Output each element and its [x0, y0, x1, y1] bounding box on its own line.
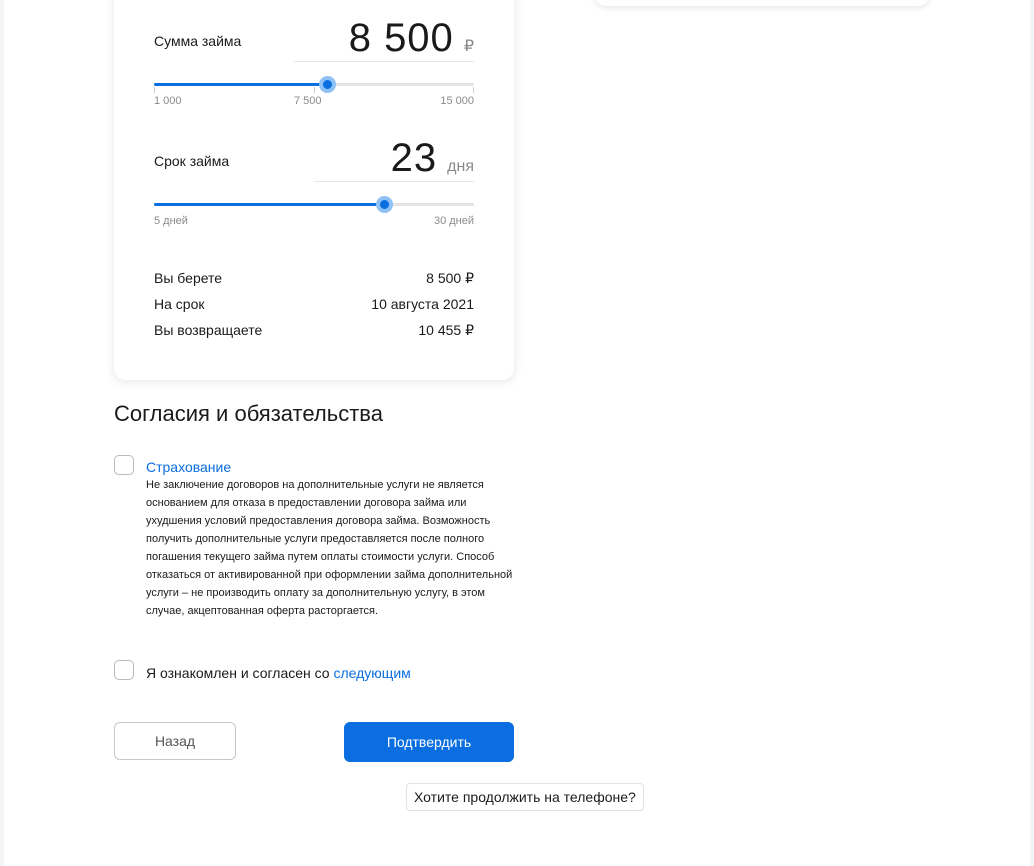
loan-calculator-card: Сумма займа 8 500 ₽ 1 000 7 500 15 000 С…	[114, 0, 514, 380]
insurance-link[interactable]: Страхование	[146, 459, 231, 475]
insurance-checkbox[interactable]	[114, 455, 134, 475]
days-unit: дня	[447, 158, 474, 175]
amount-tick-min: 1 000	[154, 95, 182, 107]
summary-row-term: На срок 10 августа 2021	[154, 296, 474, 312]
back-button[interactable]: Назад	[114, 722, 236, 760]
summary-row-take: Вы берете 8 500 ₽	[154, 270, 474, 287]
term-label: Срок займа	[154, 153, 230, 169]
term-slider-handle[interactable]	[376, 196, 394, 213]
agree-text: Я ознакомлен и согласен со следующим	[146, 665, 411, 681]
summary-label: Вы возвращаете	[154, 322, 263, 338]
side-card	[594, 0, 930, 6]
tick-mark	[154, 87, 155, 93]
agree-prefix: Я ознакомлен и согласен со	[146, 665, 334, 681]
amount-slider-fill	[154, 83, 327, 86]
summary-value: 10 августа 2021	[371, 296, 474, 312]
ruble-unit: ₽	[463, 38, 474, 55]
term-slider-fill	[154, 203, 385, 206]
term-value-field[interactable]: 23 дня	[314, 136, 474, 182]
amount-tick-max: 15 000	[440, 95, 474, 107]
agree-checkbox[interactable]	[114, 660, 134, 680]
amount-label: Сумма займа	[154, 33, 242, 49]
summary-label: Вы берете	[154, 270, 223, 286]
insurance-description: Не заключение договоров на дополнительны…	[146, 479, 513, 617]
summary-row-return: Вы возвращаете 10 455 ₽	[154, 322, 474, 339]
amount-value: 8 500	[348, 16, 454, 60]
amount-slider[interactable]	[154, 76, 474, 93]
tick-mark	[314, 87, 315, 93]
continue-on-phone-button[interactable]: Хотите продолжить на телефоне?	[406, 783, 644, 811]
term-value: 23	[390, 136, 438, 180]
summary-value: 10 455 ₽	[418, 322, 474, 338]
term-tick-max: 30 дней	[433, 215, 474, 227]
summary-value: 8 500 ₽	[426, 270, 474, 286]
term-tick-min: 5 дней	[154, 215, 188, 227]
confirm-button[interactable]: Подтвердить	[344, 722, 514, 762]
amount-tick-mid: 7 500	[294, 95, 322, 107]
summary-label: На срок	[154, 296, 205, 312]
term-slider[interactable]	[154, 196, 474, 213]
consents-title: Согласия и обязательства	[114, 401, 383, 426]
agree-link[interactable]: следующим	[333, 665, 410, 681]
page: Сумма займа 8 500 ₽ 1 000 7 500 15 000 С…	[4, 0, 1030, 866]
amount-value-field[interactable]: 8 500 ₽	[294, 16, 474, 62]
tick-mark	[473, 87, 474, 93]
amount-slider-handle[interactable]	[318, 76, 336, 93]
